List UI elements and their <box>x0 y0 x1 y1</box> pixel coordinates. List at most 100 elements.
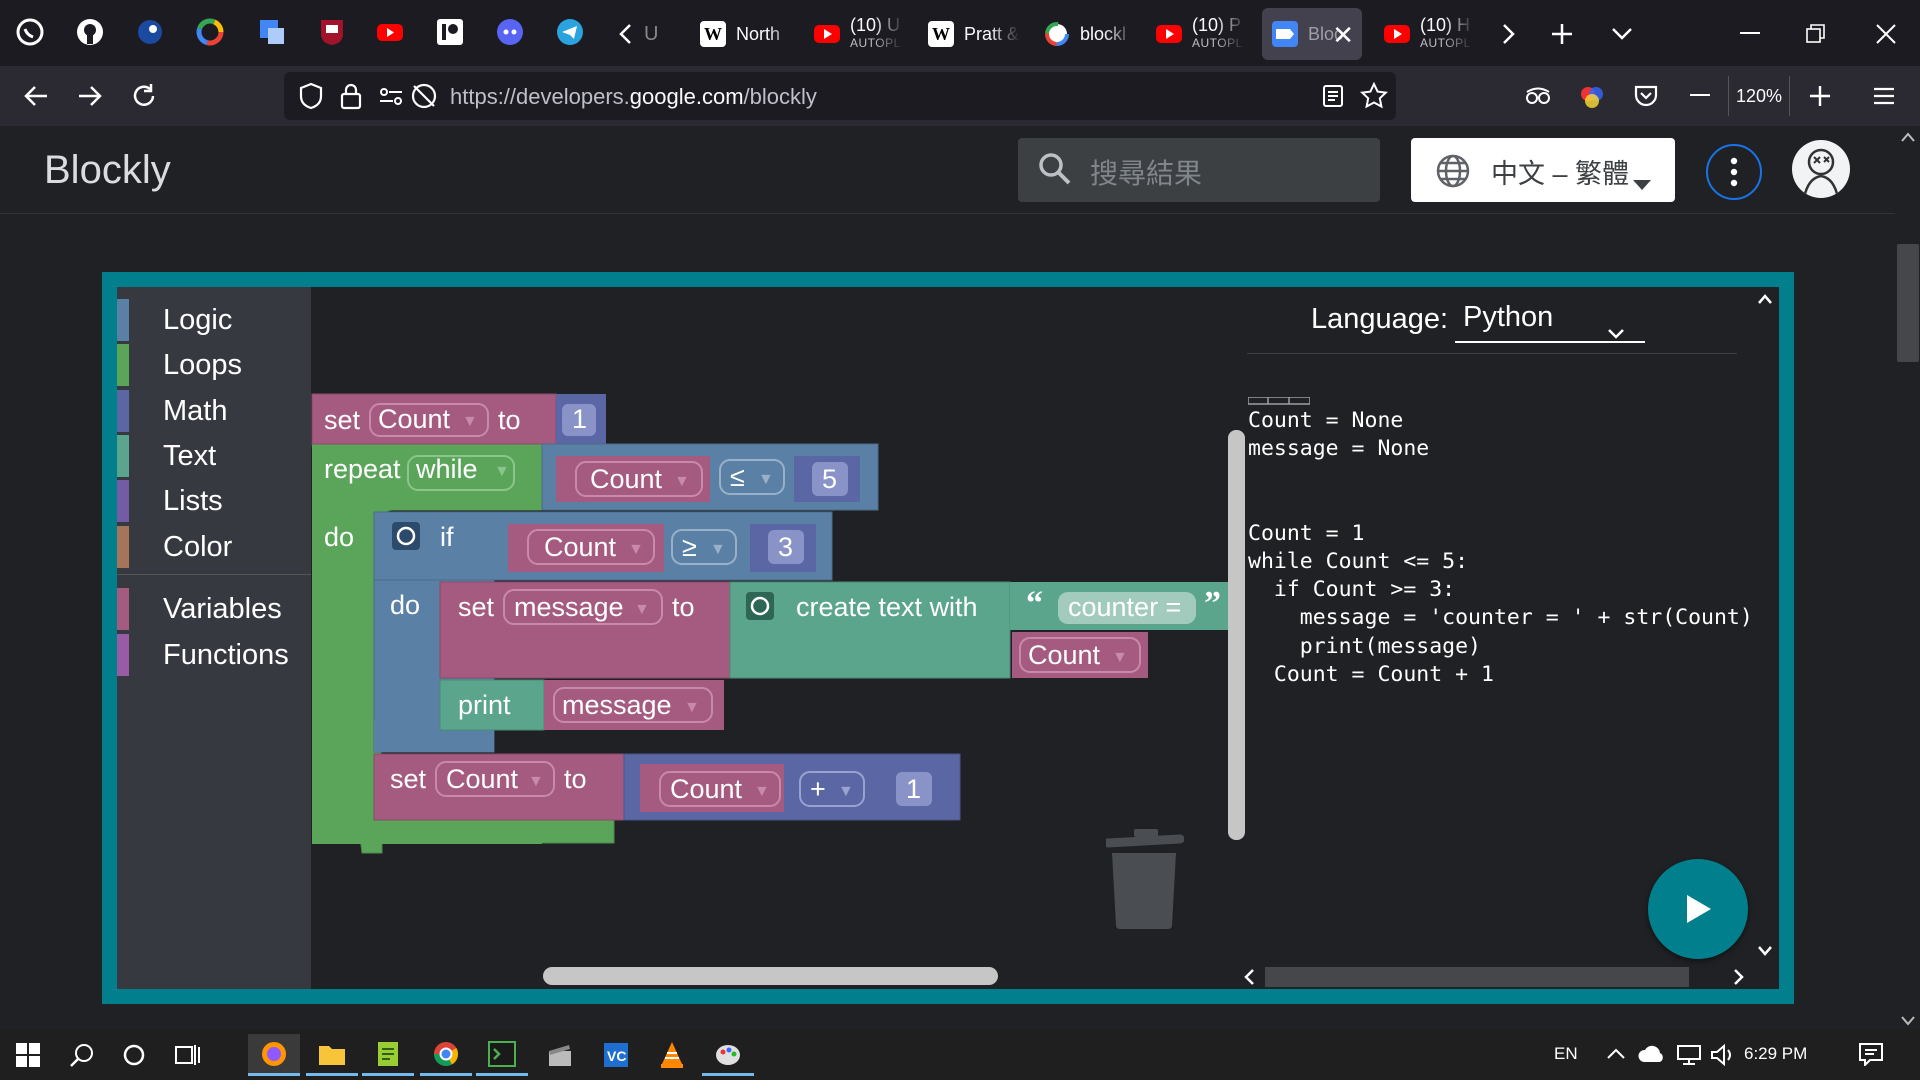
minimize-window-icon[interactable] <box>1730 14 1770 54</box>
set-message-block[interactable]: set message ▼ to create text with “ coun… <box>439 581 1228 679</box>
task-view-icon[interactable] <box>162 1034 214 1076</box>
google-icon[interactable] <box>192 14 228 50</box>
page-scrollbar-thumb[interactable] <box>1897 244 1919 362</box>
url-bar[interactable]: https://developers.google.com/blockly <box>284 72 1396 120</box>
tab-youtube-3[interactable]: (10) H AUTOPL <box>1374 8 1474 60</box>
vertical-dots-icon <box>1730 157 1738 187</box>
workspace-vertical-scrollbar[interactable] <box>1228 430 1245 840</box>
code-vertical-scrollbar[interactable] <box>1751 287 1779 989</box>
show-hidden-icons-chevron-icon[interactable] <box>1606 1046 1626 1065</box>
close-window-icon[interactable] <box>1866 14 1906 54</box>
zoom-out-icon[interactable] <box>1678 74 1722 118</box>
language-selector[interactable]: 中文 – 繁體 <box>1411 138 1675 202</box>
chrome-icon[interactable] <box>420 1034 472 1076</box>
notifications-icon[interactable] <box>1858 1042 1884 1071</box>
more-options-button[interactable] <box>1706 144 1762 200</box>
volume-speaker-icon[interactable] <box>1710 1043 1736 1071</box>
patreon-icon[interactable] <box>432 14 468 50</box>
terminal-icon[interactable] <box>476 1034 528 1076</box>
notepad-plus-icon[interactable] <box>362 1034 414 1076</box>
workspace-horizontal-scrollbar[interactable] <box>543 967 998 985</box>
search-icon[interactable] <box>56 1034 108 1076</box>
close-tab-icon[interactable]: ✕ <box>1332 20 1354 51</box>
zoom-level[interactable]: 120% <box>1728 76 1790 116</box>
scroll-up-arrow-icon[interactable] <box>1757 292 1773 310</box>
tab-wikipedia-north[interactable]: W North <box>690 8 800 60</box>
google-translate-icon[interactable] <box>254 14 290 50</box>
whatsapp-icon[interactable] <box>12 14 48 50</box>
tab-youtube-1[interactable]: (10) U AUTOPL <box>804 8 904 60</box>
set-count-to-1-block[interactable]: set Count ▼ to 1 <box>311 393 606 445</box>
toolbox-category-loops[interactable]: Loops <box>117 344 311 386</box>
scroll-left-arrow-icon[interactable] <box>1243 968 1255 991</box>
network-icon[interactable] <box>1676 1044 1702 1071</box>
scroll-right-arrow-icon[interactable] <box>1733 968 1745 991</box>
toolbox-category-lists[interactable]: Lists <box>117 480 311 522</box>
scroll-tabs-right-icon[interactable] <box>1488 14 1528 54</box>
extension-glasses-icon[interactable] <box>1516 74 1560 118</box>
file-explorer-icon[interactable] <box>306 1034 358 1076</box>
media-clapper-icon[interactable] <box>534 1034 586 1076</box>
new-tab-icon[interactable] <box>1542 14 1582 54</box>
toolbox-category-text[interactable]: Text <box>117 435 311 477</box>
tracking-protection-icon[interactable] <box>410 82 438 115</box>
shield-icon[interactable] <box>298 82 324 115</box>
search-box[interactable]: 搜尋結果 <box>1018 138 1380 202</box>
toolbox-category-math[interactable]: Math <box>117 390 311 432</box>
system-clock[interactable]: 6:29 PM <box>1744 1044 1807 1064</box>
mutator-gear-icon[interactable] <box>392 522 420 550</box>
windows-start-icon[interactable] <box>2 1034 54 1076</box>
code-language-select[interactable]: Python <box>1455 301 1645 343</box>
tab-subtitle: AUTOPL <box>1192 36 1243 50</box>
print-message-block[interactable]: print message ▼ <box>439 679 724 731</box>
toolbox-category-logic[interactable]: Logic <box>117 299 311 341</box>
input-language-indicator[interactable]: EN <box>1554 1044 1578 1064</box>
steam-icon[interactable] <box>132 14 168 50</box>
zoom-in-icon[interactable] <box>1798 74 1842 118</box>
onedrive-cloud-icon[interactable] <box>1638 1044 1666 1069</box>
tab-youtube-2[interactable]: (10) P AUTOPL <box>1146 8 1246 60</box>
run-code-button[interactable] <box>1648 859 1748 959</box>
tab-wikipedia-pratt[interactable]: W Pratt & <box>918 8 1020 60</box>
code-horizontal-scroll-thumb[interactable] <box>1265 967 1689 987</box>
tab-partial[interactable]: U <box>640 8 670 60</box>
lock-icon[interactable] <box>340 82 362 115</box>
scroll-up-arrow-icon[interactable] <box>1900 130 1916 148</box>
youtube-icon[interactable] <box>372 14 408 50</box>
increment-count-block[interactable]: set Count ▼ to Count ▼ + ▼ 1 <box>373 753 961 821</box>
hamburger-menu-icon[interactable] <box>1862 74 1906 118</box>
github-icon[interactable] <box>72 14 108 50</box>
extension-color-icon[interactable] <box>1570 74 1614 118</box>
toolbox-category-functions[interactable]: Functions <box>117 634 311 676</box>
permissions-icon[interactable] <box>378 84 404 113</box>
reload-icon[interactable] <box>122 74 166 118</box>
bookmark-star-icon[interactable] <box>1359 81 1389 115</box>
firefox-taskbar-icon[interactable] <box>248 1034 300 1076</box>
vlc-icon[interactable] <box>646 1034 698 1076</box>
list-all-tabs-icon[interactable] <box>1602 14 1642 54</box>
cortana-icon[interactable] <box>108 1034 160 1076</box>
reader-view-icon[interactable] <box>1322 84 1344 113</box>
compare-count-le-5-block[interactable]: Count ▼ ≤ ▼ 5 <box>541 443 879 511</box>
chevron-down-icon <box>1607 315 1625 348</box>
vc-app-icon[interactable]: VC <box>590 1034 642 1076</box>
telegram-icon[interactable] <box>552 14 588 50</box>
toolbox-category-variables[interactable]: Variables <box>117 588 311 630</box>
tab-google-blockly[interactable]: blockl <box>1034 8 1134 60</box>
pocket-icon[interactable] <box>1624 74 1668 118</box>
generated-python-code[interactable]: Count = None message = None Count = 1 wh… <box>1248 407 1753 689</box>
forward-arrow-icon[interactable] <box>68 74 112 118</box>
restore-window-icon[interactable] <box>1796 14 1836 54</box>
university-crest-icon[interactable] <box>314 14 350 50</box>
user-avatar[interactable] <box>1792 140 1850 198</box>
tab-blockly-active[interactable]: Bloc ✕ <box>1262 8 1362 60</box>
discord-icon[interactable] <box>492 14 528 50</box>
url-text[interactable]: https://developers.google.com/blockly <box>450 84 817 110</box>
mutator-gear-icon[interactable] <box>746 592 774 620</box>
paint-icon[interactable] <box>702 1034 754 1076</box>
back-arrow-icon[interactable] <box>14 74 58 118</box>
toolbox-category-color[interactable]: Color <box>117 526 311 568</box>
site-brand[interactable]: Blockly <box>44 148 171 193</box>
trash-can-icon[interactable] <box>1103 825 1185 934</box>
scroll-down-arrow-icon[interactable] <box>1757 944 1773 962</box>
